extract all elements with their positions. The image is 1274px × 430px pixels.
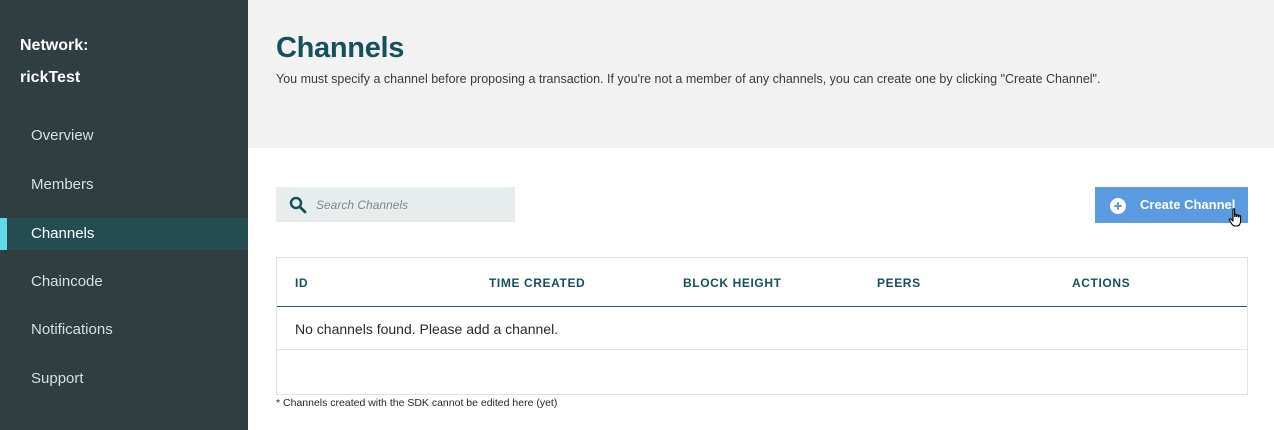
page-title: Channels xyxy=(276,32,405,64)
sidebar-item-overview[interactable]: Overview xyxy=(0,120,248,152)
empty-state-message: No channels found. Please add a channel. xyxy=(295,321,559,337)
page-header: Channels You must specify a channel befo… xyxy=(248,0,1274,148)
channels-table: ID TIME CREATED BLOCK HEIGHT PEERS ACTIO… xyxy=(276,257,1248,395)
sidebar-item-label: Notifications xyxy=(31,321,113,338)
sidebar: Network: rickTest Overview Members Chann… xyxy=(0,0,248,430)
column-header-actions[interactable]: ACTIONS xyxy=(1072,276,1130,290)
search-icon xyxy=(289,196,307,214)
search-input[interactable] xyxy=(316,187,511,222)
column-header-time-created[interactable]: TIME CREATED xyxy=(489,276,585,290)
sidebar-item-notifications[interactable]: Notifications xyxy=(0,314,248,346)
search-box xyxy=(276,187,515,222)
footnote: * Channels created with the SDK cannot b… xyxy=(276,397,558,409)
table-row: No channels found. Please add a channel. xyxy=(277,307,1247,350)
sidebar-item-label: Members xyxy=(31,176,94,193)
sidebar-item-support[interactable]: Support xyxy=(0,363,248,395)
table-header: ID TIME CREATED BLOCK HEIGHT PEERS ACTIO… xyxy=(277,258,1247,307)
network-name: rickTest xyxy=(20,69,81,86)
create-channel-label: Create Channel xyxy=(1140,197,1236,212)
column-header-block-height[interactable]: BLOCK HEIGHT xyxy=(683,276,782,290)
sidebar-item-channels[interactable]: Channels xyxy=(0,218,248,250)
sidebar-item-chaincode[interactable]: Chaincode xyxy=(0,266,248,298)
network-label: Network: xyxy=(20,37,89,54)
sidebar-item-members[interactable]: Members xyxy=(0,169,248,201)
page-description: You must specify a channel before propos… xyxy=(276,72,1101,86)
plus-circle-icon xyxy=(1110,198,1126,214)
sidebar-item-label: Overview xyxy=(31,127,94,144)
sidebar-item-label: Support xyxy=(31,370,84,387)
create-channel-button[interactable]: Create Channel xyxy=(1095,187,1248,223)
main-content: Channels You must specify a channel befo… xyxy=(248,0,1274,430)
column-header-id[interactable]: ID xyxy=(295,276,308,290)
network-title: Network: rickTest xyxy=(20,30,88,94)
sidebar-item-label: Chaincode xyxy=(31,273,103,290)
sidebar-item-label: Channels xyxy=(31,225,95,242)
column-header-peers[interactable]: PEERS xyxy=(877,276,921,290)
hand-cursor-icon xyxy=(1228,208,1242,227)
